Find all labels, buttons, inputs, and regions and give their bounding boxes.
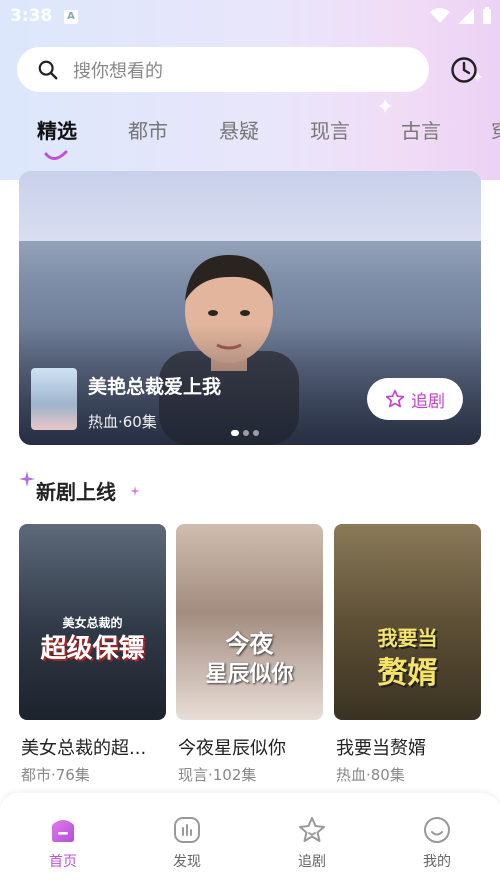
nav-discover-label: 发现 [173, 854, 201, 870]
home-icon [52, 820, 74, 842]
carousel-dot[interactable] [231, 430, 239, 436]
search-icon [38, 60, 58, 79]
card-meta: 热血·80集 [336, 766, 405, 784]
tab-ancient-romance[interactable]: 古言 [401, 115, 441, 144]
signal-icon [458, 8, 474, 24]
tab-featured[interactable]: 精选 [37, 115, 77, 144]
nav-home-label: 首页 [49, 854, 77, 870]
card-meta: 都市·76集 [21, 766, 90, 784]
featured-banner[interactable]: 美艳总裁爱上我 热血·60集 追剧 [19, 171, 481, 445]
star-outline-icon [385, 389, 405, 408]
drama-cover: 美女总裁的 超级保镖 [19, 524, 166, 720]
status-time: 3:38 [10, 6, 53, 26]
card-meta: 现言·102集 [178, 766, 257, 784]
tab-modern-romance[interactable]: 现言 [310, 115, 350, 144]
card-title: 今夜星辰似你 [178, 738, 286, 759]
category-tabs: 精选 都市 悬疑 现言 古言 穿 [0, 115, 500, 155]
tab-urban[interactable]: 都市 [128, 115, 168, 144]
nav-follow[interactable]: 追剧 [272, 815, 352, 871]
nav-follow-label: 追剧 [298, 854, 326, 870]
tab-suspense[interactable]: 悬疑 [219, 115, 259, 144]
battery-icon [483, 7, 491, 24]
nav-profile-label: 我的 [423, 854, 451, 870]
follow-button[interactable]: 追剧 [367, 378, 463, 420]
follow-label: 追剧 [411, 391, 445, 412]
discover-icon [174, 817, 200, 843]
nav-home[interactable]: 首页 [23, 815, 103, 871]
sparkle-icon [130, 486, 140, 496]
drama-card[interactable]: 今夜 星辰似你 今夜星辰似你 现言·102集 [176, 524, 323, 784]
cover-subtitle: 我要当 [377, 626, 438, 650]
sparkle-icon [19, 471, 35, 487]
drama-cover: 我要当 赘婿 [334, 524, 481, 720]
notification-icon: A [64, 10, 78, 24]
carousel-dot[interactable] [253, 430, 259, 436]
star-icon [299, 817, 325, 842]
nav-discover[interactable]: 发现 [147, 815, 227, 871]
status-bar: 3:38 A [0, 0, 500, 34]
profile-icon [424, 817, 450, 843]
banner-meta: 热血·60集 [88, 413, 157, 431]
cover-title: 赘婿 [377, 656, 438, 691]
tab-indicator [44, 150, 68, 160]
carousel-dots [231, 430, 259, 436]
cover-subtitle: 今夜 [225, 629, 274, 658]
nav-profile[interactable]: 我的 [397, 815, 477, 871]
section-title: 新剧上线 [36, 480, 116, 504]
drama-card[interactable]: 我要当 赘婿 我要当赘婿 热血·80集 [334, 524, 481, 784]
bottom-navigation: 首页 发现 追剧 我的 [0, 793, 500, 888]
carousel-dot[interactable] [243, 430, 249, 436]
drama-card[interactable]: 美女总裁的 超级保镖 美女总裁的超... 都市·76集 [19, 524, 166, 784]
banner-title: 美艳总裁爱上我 [88, 376, 222, 398]
card-title: 美女总裁的超... [21, 738, 147, 759]
search-input[interactable]: 搜你想看的 [73, 57, 163, 83]
search-bar[interactable]: 搜你想看的 [17, 47, 429, 92]
card-title: 我要当赘婿 [336, 738, 426, 759]
cover-title: 星辰似你 [205, 661, 294, 687]
cover-title: 超级保镖 [40, 634, 145, 664]
banner-torn-paper [19, 171, 481, 241]
tab-time-travel[interactable]: 穿 [491, 115, 500, 144]
banner-thumbnail [31, 368, 77, 430]
wifi-icon [430, 8, 450, 23]
history-icon[interactable] [450, 56, 478, 84]
drama-cover: 今夜 星辰似你 [176, 524, 323, 720]
